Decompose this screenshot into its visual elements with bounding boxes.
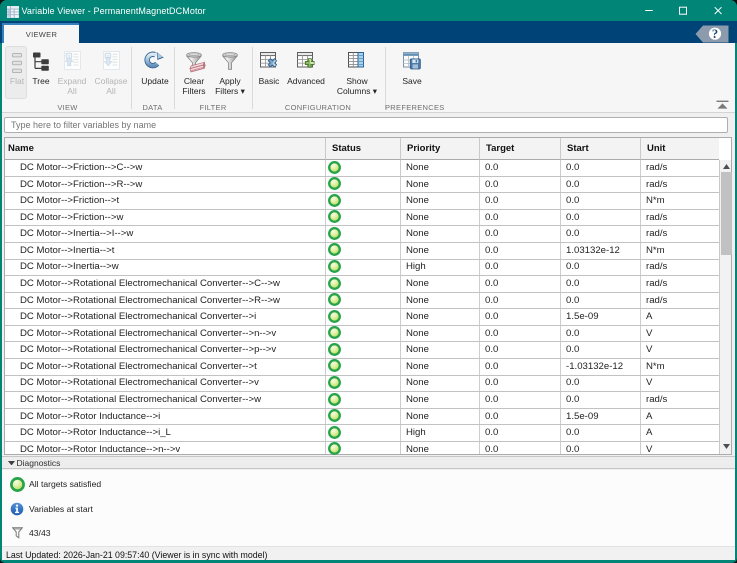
svg-text:?: ? [712, 27, 718, 41]
